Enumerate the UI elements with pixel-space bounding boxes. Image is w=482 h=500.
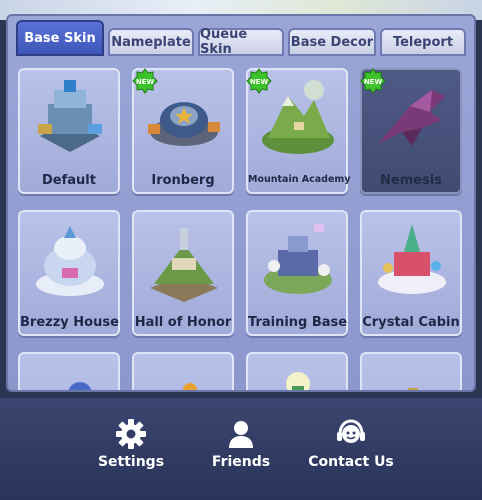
- contact-us-button[interactable]: Contact Us: [296, 414, 406, 486]
- skin-card-nemesis[interactable]: NEW Nemesis: [360, 68, 462, 194]
- tab-label: Nameplate: [111, 34, 191, 50]
- tab-base-skin[interactable]: Base Skin: [16, 20, 104, 56]
- tab-label: Base Decor: [290, 34, 374, 50]
- contact-us-label: Contact Us: [308, 454, 394, 470]
- skin-label: Hall of Honor: [134, 315, 232, 330]
- base-preview-icon: [286, 372, 310, 390]
- bottom-bar: Settings Friends Contact Us: [0, 398, 482, 500]
- skin-card-partial[interactable]: [360, 352, 462, 390]
- skin-label: Brezzy House: [20, 315, 119, 330]
- tab-bar: Base Skin Nameplate Queue Skin Base Deco…: [8, 16, 474, 58]
- gear-icon: [116, 419, 146, 449]
- tab-teleport[interactable]: Teleport: [380, 28, 466, 56]
- skin-card-partial[interactable]: [18, 352, 120, 390]
- skin-card-ironberg[interactable]: NEW Ironberg: [132, 68, 234, 194]
- new-badge-icon: NEW: [246, 68, 272, 94]
- tab-queue-skin[interactable]: Queue Skin: [198, 27, 284, 57]
- friends-label: Friends: [211, 454, 271, 470]
- skin-card-partial[interactable]: [246, 352, 348, 390]
- tab-label: Teleport: [392, 34, 454, 50]
- skin-label: Mountain Academy: [248, 174, 351, 185]
- crystal-cabin-icon: [378, 224, 446, 294]
- skin-label: Default: [42, 173, 96, 188]
- skin-card-crystal-cabin[interactable]: Crystal Cabin: [360, 210, 462, 336]
- skin-card-hall-of-honor[interactable]: Hall of Honor: [132, 210, 234, 336]
- settings-button[interactable]: Settings: [76, 414, 186, 486]
- person-icon: [229, 421, 253, 448]
- tab-label: Queue Skin: [200, 27, 248, 57]
- tab-nameplate[interactable]: Nameplate: [108, 28, 194, 56]
- friends-button[interactable]: Friends: [186, 414, 296, 486]
- svg-text:NEW: NEW: [250, 78, 269, 86]
- base-preview-icon: [408, 388, 418, 390]
- skin-label: Crystal Cabin: [362, 315, 460, 330]
- svg-text:NEW: NEW: [364, 78, 383, 86]
- skin-card-brezzy-house[interactable]: Brezzy House: [18, 210, 120, 336]
- hill-hall-icon: [150, 228, 218, 302]
- fortress-icon: [38, 80, 102, 152]
- new-badge-icon: NEW: [132, 68, 158, 94]
- new-badge-icon: NEW: [360, 68, 386, 94]
- svg-text:NEW: NEW: [136, 78, 155, 86]
- settings-label: Settings: [97, 454, 165, 470]
- skin-card-training-base[interactable]: Training Base: [246, 210, 348, 336]
- skin-card-partial[interactable]: [132, 352, 234, 390]
- skin-label: Ironberg: [151, 173, 215, 188]
- training-base-icon: [264, 224, 332, 294]
- skin-panel: Base Skin Nameplate Queue Skin Base Deco…: [6, 14, 476, 392]
- skin-card-mountain-academy[interactable]: NEW Mountain Academy: [246, 68, 351, 194]
- skin-grid: Default NEW Ironberg NEW Mountain Academ…: [8, 58, 474, 390]
- base-preview-icon: [183, 383, 197, 390]
- snow-house-icon: [36, 226, 104, 296]
- tab-label: Base Skin: [24, 30, 96, 46]
- skin-label: Training Base: [248, 315, 348, 330]
- base-preview-icon: [68, 382, 92, 390]
- headset-icon: [337, 419, 365, 443]
- skin-card-default[interactable]: Default: [18, 68, 120, 194]
- tab-base-decor[interactable]: Base Decor: [288, 28, 376, 56]
- skin-label: Nemesis: [380, 173, 442, 188]
